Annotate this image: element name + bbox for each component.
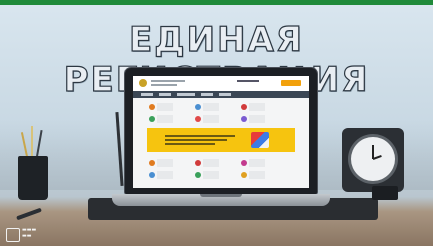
pen-icon [16,207,42,221]
service-card-icon [195,172,201,178]
promo-illustration-icon [251,132,269,148]
laptop-notch [200,194,242,197]
service-card-icon [149,116,155,122]
service-card [249,103,265,111]
watermark-box [6,228,20,242]
service-card [203,103,219,111]
charger-icon [372,186,398,200]
site-header [133,76,309,91]
service-card-icon [195,104,201,110]
service-card [203,115,219,123]
service-card [157,103,173,111]
service-card-icon [149,160,155,166]
service-card [249,115,265,123]
service-card-icon [195,116,201,122]
service-card-icon [149,104,155,110]
video-thumbnail: ЕДИНАЯ РЕГИСТРАЦИЯ [0,0,433,246]
site-header-button [281,80,301,86]
service-card [249,159,265,167]
site-subtitle-line [151,84,177,86]
top-accent-bar [0,0,433,5]
site-title-line [151,80,185,82]
laptop-icon [125,68,317,194]
promo-text-line [165,135,235,137]
service-card-icon [241,172,247,178]
clock-hour-hand [372,154,382,160]
pencil-icon [31,126,33,160]
website-screenshot [133,76,309,188]
service-card-icon [241,160,247,166]
service-card-icon [241,116,247,122]
service-card [157,159,173,167]
service-card-icon [241,104,247,110]
service-card [203,171,219,179]
service-card [249,171,265,179]
promo-banner [147,128,295,152]
watermark-logo-icon: ▬▬▬ ▬▬ [6,226,52,242]
service-card [203,159,219,167]
promo-text-line [165,143,215,145]
site-nav-bar [133,91,309,98]
clock-icon [351,137,395,181]
watermark-lettering: ▬▬▬ ▬▬ [22,227,37,239]
pencil-cup-icon [18,156,48,200]
site-logo-icon [139,79,147,87]
service-card-icon [149,172,155,178]
service-card [157,115,173,123]
promo-text-line [165,139,227,141]
service-card-icon [195,160,201,166]
site-phone-line [237,80,259,82]
service-card [157,171,173,179]
